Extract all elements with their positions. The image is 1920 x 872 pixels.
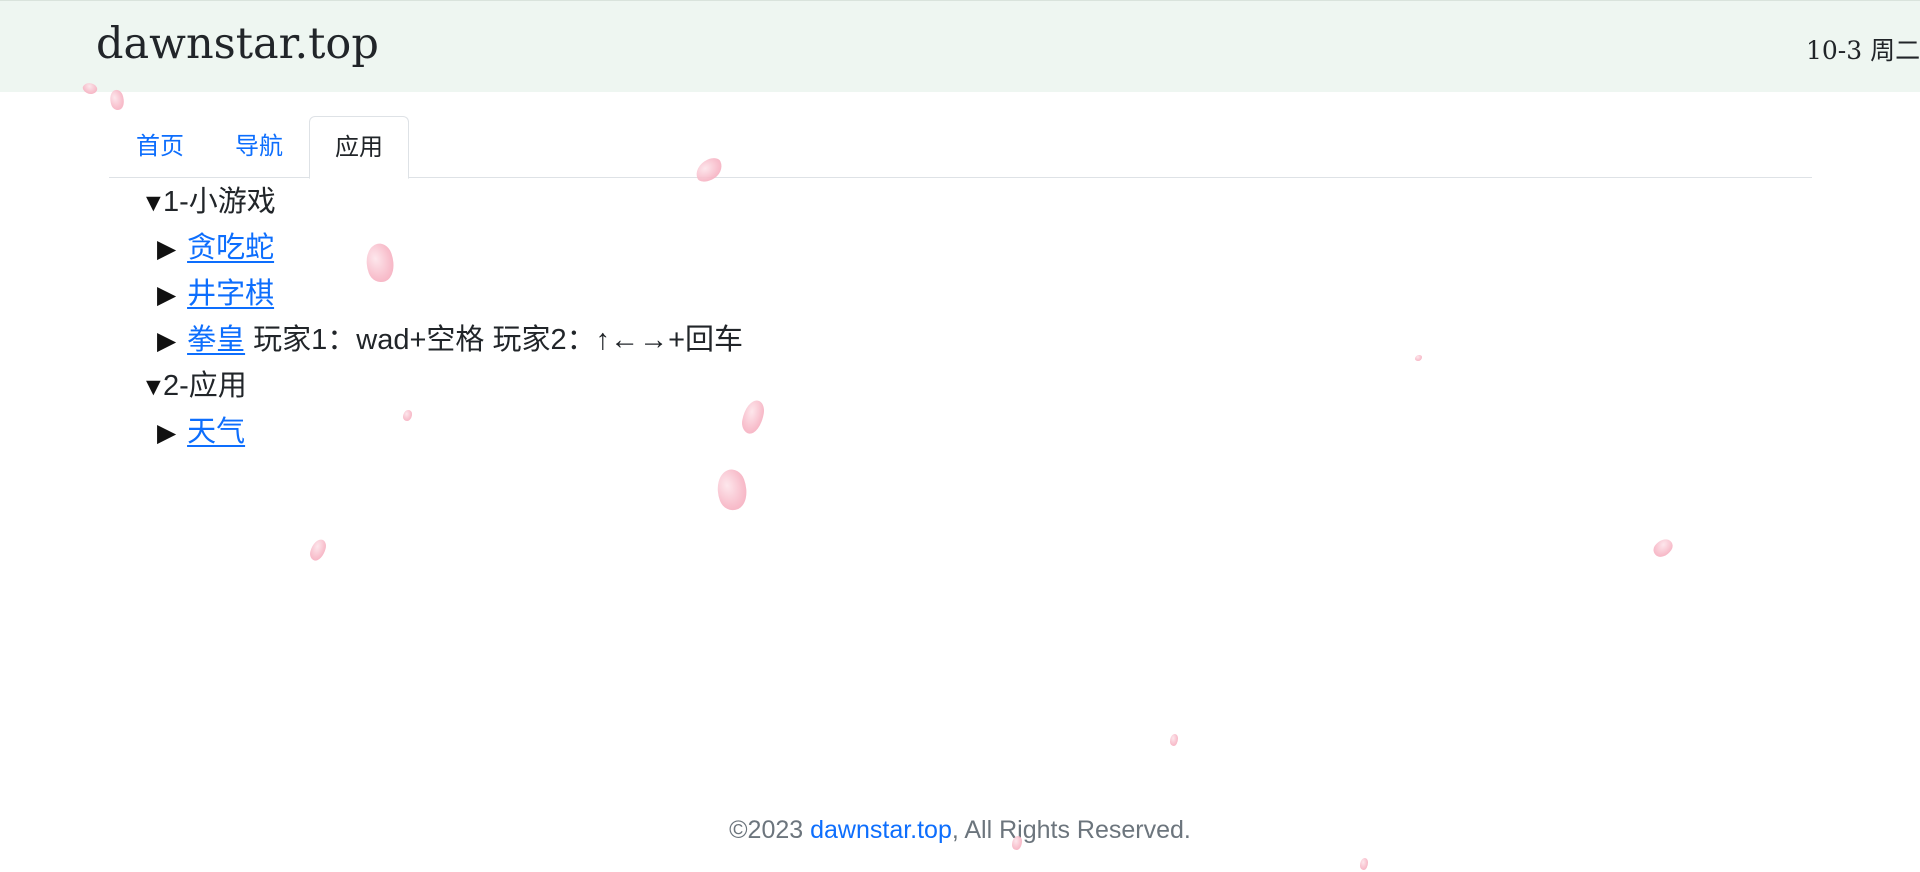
tree-item-tictactoe[interactable]: ▶ 井字棋 [157,272,274,316]
expanded-triangle-icon: ▼ [141,373,166,401]
petal-decoration [740,398,766,436]
petal-decoration [360,240,400,286]
page: dawnstar.top 10-3 周二 首页 导航 应用 ▼1-小游戏 ▶ 贪… [0,0,1920,872]
date-display: 10-3 周二 [1806,36,1920,65]
expanded-triangle-icon: ▼ [141,189,166,217]
copyright-suffix: , All Rights Reserved. [951,816,1191,844]
controls-note: 玩家1：wad+空格 玩家2：↑←→+回车 [253,324,744,356]
tab-bar: 首页 导航 应用 [109,116,1812,179]
petal-decoration [1012,836,1022,850]
petal-decoration [308,537,328,563]
site-title-link[interactable]: dawnstar.top [96,19,379,69]
group-label: 1-小游戏 [163,186,276,218]
kof-game-link[interactable]: 拳皇 [187,324,245,356]
collapsed-triangle-icon: ▶ [157,327,177,355]
collapsed-triangle-icon: ▶ [157,419,177,447]
copyright-prefix: ©2023 [729,816,811,844]
site-footer: ©2023 dawnstar.top, All Rights Reserved. [0,816,1920,845]
tab-navigation[interactable]: 导航 [209,116,309,178]
petal-decoration [1360,858,1368,870]
petal-decoration [1170,734,1178,746]
petal-decoration [403,410,412,421]
collapsed-triangle-icon: ▶ [157,235,177,263]
tree-item-snake[interactable]: ▶ 贪吃蛇 [157,226,274,270]
tab-apps[interactable]: 应用 [309,116,409,179]
tree-group-apps[interactable]: ▼2-应用 [141,364,247,408]
tree-item-kof[interactable]: ▶ 拳皇 玩家1：wad+空格 玩家2：↑←→+回车 [157,318,743,362]
site-header: dawnstar.top 10-3 周二 [0,0,1920,92]
petal-decoration [711,466,753,514]
tree-item-weather[interactable]: ▶ 天气 [157,410,245,454]
petal-decoration [1415,355,1422,361]
group-label: 2-应用 [163,370,247,402]
footer-site-link[interactable]: dawnstar.top [810,816,952,844]
tictactoe-game-link[interactable]: 井字棋 [187,278,274,310]
collapsed-triangle-icon: ▶ [157,281,177,309]
weather-app-link[interactable]: 天气 [187,416,245,448]
snake-game-link[interactable]: 贪吃蛇 [187,232,274,264]
tab-home[interactable]: 首页 [109,116,211,178]
petal-decoration [1650,535,1676,561]
tree-group-games[interactable]: ▼1-小游戏 [141,180,276,224]
